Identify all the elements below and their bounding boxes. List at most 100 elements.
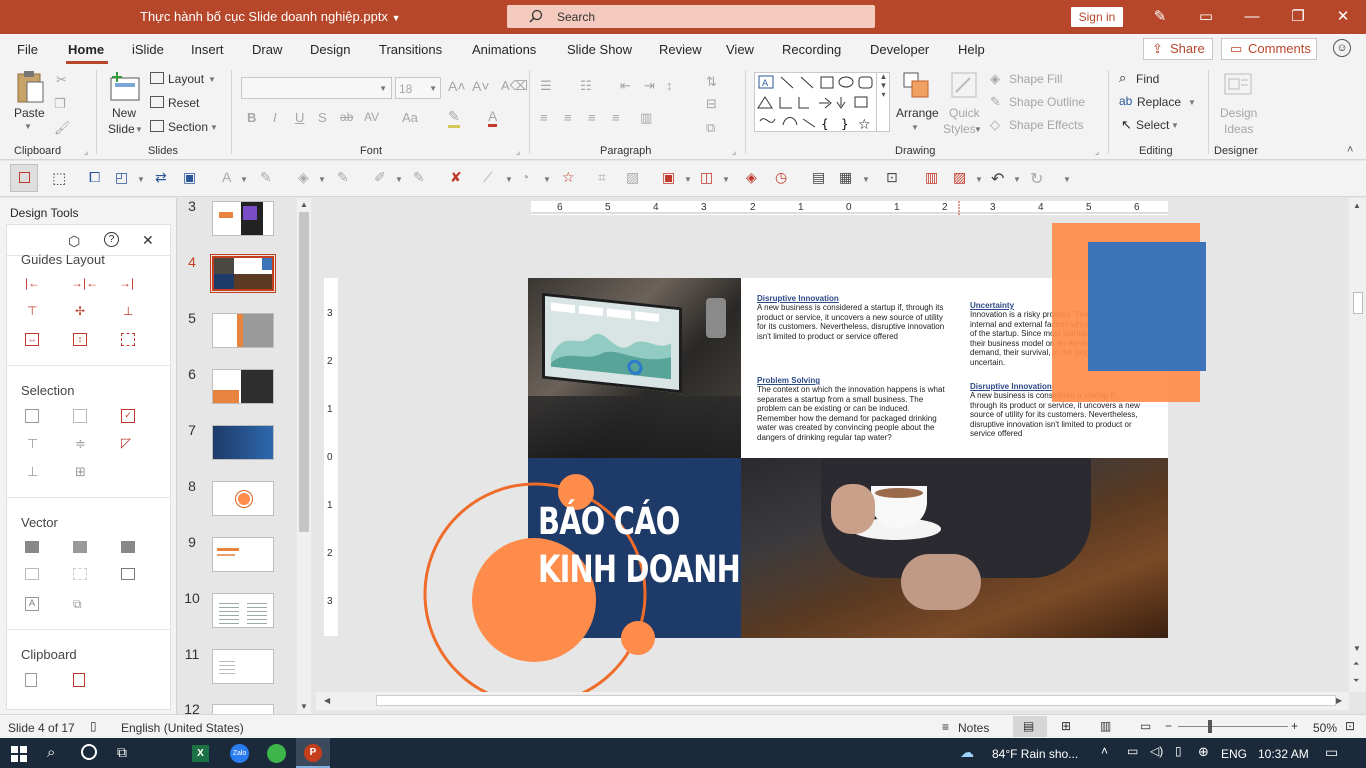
help-icon[interactable]: ? <box>104 232 119 247</box>
select-same-size-icon[interactable] <box>73 409 87 423</box>
image-swap-icon[interactable]: ⇄ <box>155 169 175 189</box>
bold-icon[interactable]: B <box>247 110 256 125</box>
undo-icon[interactable]: ↶ <box>991 169 1011 189</box>
close-icon[interactable]: ✕ <box>1320 0 1366 34</box>
slide-thumbnail-3[interactable] <box>212 201 274 236</box>
layers-icon[interactable]: ◈ <box>746 169 766 189</box>
slide[interactable]: Disruptive Innovation A new business is … <box>423 223 1206 692</box>
fill-eyedropper-icon[interactable]: ✎ <box>337 169 357 189</box>
smiley-icon[interactable]: ☺ <box>1333 39 1351 57</box>
slide-thumbnail-9[interactable] <box>212 537 274 572</box>
dialog-launcher-icon[interactable]: ⌟ <box>732 146 736 157</box>
font-size-combo[interactable]: 18 ▼ <box>395 77 441 99</box>
coffee-photo[interactable] <box>741 458 1168 638</box>
subtract-icon[interactable] <box>73 568 87 580</box>
replace-button[interactable]: Replace <box>1137 95 1181 109</box>
line-color-icon[interactable]: ✐ <box>374 169 394 189</box>
slide-thumbnail-12[interactable] <box>212 704 274 714</box>
comments-button[interactable]: ▭ Comments <box>1221 38 1317 60</box>
slide-library-icon[interactable]: ▥ <box>925 169 945 189</box>
tab-design[interactable]: Design <box>310 42 350 57</box>
select-icon[interactable]: ↖ <box>1121 117 1132 133</box>
tab-review[interactable]: Review <box>659 42 702 57</box>
insert-slide-icon[interactable]: ▣ <box>662 169 682 189</box>
weather-text[interactable]: 84°F Rain sho... <box>992 747 1078 761</box>
scroll-up-icon[interactable]: ▲ <box>1353 201 1361 210</box>
text-color-icon[interactable]: A <box>222 169 242 189</box>
find-icon[interactable]: ⌕ <box>1119 70 1126 86</box>
design-tools-toggle[interactable] <box>10 164 38 192</box>
edit-points-icon[interactable] <box>121 568 135 580</box>
convert-icon[interactable]: ⧉ <box>73 597 82 612</box>
fit-guide-icon[interactable] <box>121 333 135 346</box>
share-button[interactable]: ⇪ Share <box>1143 38 1213 60</box>
slideshow-view-icon[interactable]: ▭ <box>1140 719 1151 733</box>
slide-thumbnail-4[interactable] <box>210 254 276 293</box>
reset-button[interactable]: Reset <box>168 96 199 110</box>
scroll-right-icon[interactable]: ▶ <box>1336 696 1342 705</box>
format-painter-red-icon[interactable]: ✘ <box>450 169 470 189</box>
smartart-icon[interactable]: ⧉ <box>706 120 715 136</box>
gallery-scroll[interactable]: ▲ ▼ ▾ <box>876 72 890 132</box>
select-cursor-icon[interactable]: ◸ <box>121 435 131 451</box>
tab-islide[interactable]: iSlide <box>132 42 164 57</box>
decrease-indent-icon[interactable]: ⇤ <box>620 78 631 94</box>
paste-label[interactable]: Paste <box>14 106 45 120</box>
chevron-up-icon[interactable]: ˄ <box>1101 744 1108 758</box>
chevron-down-icon[interactable]: ▼ <box>24 122 32 131</box>
zoom-slider-thumb[interactable] <box>1208 720 1212 733</box>
underline-icon[interactable]: U <box>295 110 304 125</box>
canvas-v-scrollbar[interactable]: ▲ ▼ ⏶ ⏷ <box>1349 198 1366 692</box>
frame-icon[interactable]: ▦ <box>839 169 859 189</box>
tab-file[interactable]: File <box>17 42 38 57</box>
textbox-icon[interactable]: ⧠ <box>89 169 109 189</box>
dialog-launcher-icon[interactable]: ⌟ <box>516 146 520 157</box>
shape-effects-button[interactable]: Shape Effects <box>1009 118 1084 132</box>
chevron-down-icon[interactable]: ▼ <box>505 175 513 184</box>
text-to-shape-icon[interactable]: A <box>25 597 39 611</box>
line-eyedropper-icon[interactable]: ✎ <box>413 169 433 189</box>
screenshot-icon[interactable]: ⊡ <box>886 169 906 189</box>
decrease-font-icon[interactable]: A˅ <box>472 78 490 94</box>
section-button[interactable]: Section <box>168 120 208 134</box>
notes-icon[interactable]: ≡ <box>942 720 949 734</box>
sign-in-button[interactable]: Sign in <box>1071 7 1123 27</box>
search-box[interactable]: Search <box>507 5 875 28</box>
network-icon[interactable]: ▭ <box>1127 744 1138 758</box>
zoom-level[interactable]: 50% <box>1313 721 1337 735</box>
zoom-out-icon[interactable]: − <box>1165 719 1172 733</box>
arrange-icon[interactable] <box>900 70 932 102</box>
excel-icon[interactable]: X <box>192 745 209 762</box>
paste-format-icon[interactable] <box>73 673 85 687</box>
close-icon[interactable]: ✕ <box>142 232 154 249</box>
tab-help[interactable]: Help <box>958 42 985 57</box>
columns-icon[interactable]: ▥ <box>640 110 652 126</box>
fit-slide-icon[interactable]: ⊡ <box>1345 719 1355 733</box>
shape-icon[interactable]: ◰ <box>115 169 135 189</box>
spelling-icon[interactable]: ▯ <box>90 719 97 733</box>
text-block-1[interactable]: Disruptive Innovation A new business is … <box>757 294 947 341</box>
combine-icon[interactable] <box>73 541 87 553</box>
new-slide-label-2[interactable]: Slide <box>108 122 135 136</box>
fragment-icon[interactable] <box>121 541 135 553</box>
tab-developer[interactable]: Developer <box>870 42 929 57</box>
shape-outline-icon[interactable]: ✎ <box>990 94 1001 110</box>
intersect-icon[interactable] <box>25 568 39 580</box>
laptop-photo[interactable] <box>528 278 741 458</box>
crop-icon[interactable]: ⌗ <box>598 169 618 189</box>
zoom-slider[interactable] <box>1178 726 1288 727</box>
select-top-icon[interactable]: ⊤ <box>27 436 38 452</box>
italic-icon[interactable]: I <box>273 110 277 125</box>
clock-time[interactable]: 10:32 AM <box>1258 747 1309 761</box>
input-language[interactable]: ENG <box>1221 747 1247 761</box>
find-button[interactable]: Find <box>1136 72 1159 86</box>
select-checked-icon[interactable]: ✓ <box>121 409 135 423</box>
dialog-launcher-icon[interactable]: ⌟ <box>84 146 88 157</box>
cut-icon[interactable]: ✂ <box>56 72 67 88</box>
chevron-down-icon[interactable]: ▼ <box>974 125 982 134</box>
previous-slide-icon[interactable]: ⏶ <box>1353 659 1359 669</box>
battery-icon[interactable]: ▯ <box>1175 744 1182 758</box>
text-block-2[interactable]: Problem Solving The context on which the… <box>757 376 951 442</box>
export-icon[interactable]: ⬚ <box>52 169 72 189</box>
union-icon[interactable] <box>25 541 39 553</box>
